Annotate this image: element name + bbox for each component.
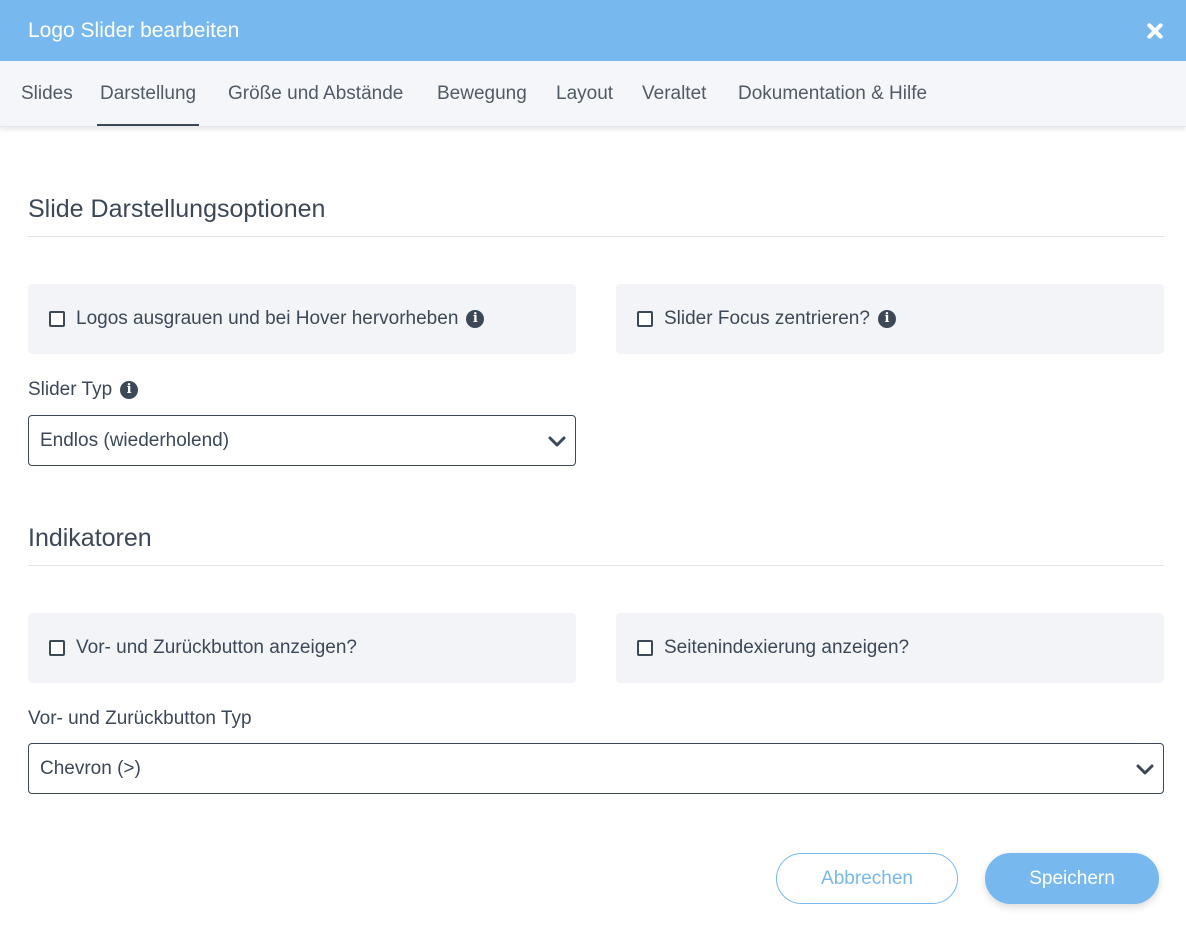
slider-type-value: Endlos (wiederholend) [40, 429, 230, 451]
slider-type-select[interactable]: Endlos (wiederholend) [28, 415, 576, 466]
chevron-down-icon [1135, 759, 1155, 779]
dialog-title: Logo Slider bearbeiten [28, 18, 240, 42]
save-button[interactable]: Speichern [985, 853, 1159, 904]
option-center-focus[interactable]: Slider Focus zentrieren? i [616, 284, 1164, 354]
info-icon[interactable]: i [466, 310, 485, 328]
chevron-down-icon [547, 431, 567, 451]
tab-darstellung[interactable]: Darstellung [96, 61, 200, 126]
close-icon[interactable] [1144, 20, 1166, 42]
option-label: Logos ausgrauen und bei Hover hervorhebe… [76, 308, 459, 329]
section-divider [28, 565, 1164, 566]
slider-type-label: Slider Typ i [28, 379, 139, 401]
checkbox-prev-next-buttons[interactable] [49, 640, 65, 656]
tab-dokumentation-hilfe[interactable]: Dokumentation & Hilfe [738, 61, 927, 126]
button-type-label-text: Vor- und Zurückbutton Typ [28, 708, 252, 729]
option-grayscale-logos[interactable]: Logos ausgrauen und bei Hover hervorhebe… [28, 284, 576, 354]
section-title-indicators: Indikatoren [28, 524, 152, 552]
dialog-header: Logo Slider bearbeiten [0, 0, 1186, 61]
checkbox-grayscale-logos[interactable] [49, 311, 65, 327]
tab-bar: Slides Darstellung Größe und Abstände Be… [0, 61, 1186, 127]
slider-type-label-text: Slider Typ [28, 379, 113, 400]
info-icon[interactable]: i [877, 310, 896, 328]
section-title-display: Slide Darstellungsoptionen [28, 195, 326, 223]
tab-bewegung[interactable]: Bewegung [437, 61, 527, 126]
info-icon[interactable]: i [120, 381, 139, 399]
tab-slides[interactable]: Slides [21, 61, 73, 126]
checkbox-center-focus[interactable] [637, 311, 653, 327]
section-divider [28, 236, 1164, 237]
tab-groesse-und-abstaende[interactable]: Größe und Abstände [228, 61, 403, 126]
button-type-select[interactable]: Chevron (>) [28, 743, 1164, 794]
tab-veraltet[interactable]: Veraltet [642, 61, 706, 126]
tab-layout[interactable]: Layout [556, 61, 613, 126]
checkbox-page-index[interactable] [637, 640, 653, 656]
button-type-value: Chevron (>) [40, 757, 141, 779]
cancel-button[interactable]: Abbrechen [776, 853, 958, 904]
option-page-index[interactable]: Seitenindexierung anzeigen? [616, 613, 1164, 683]
option-label: Vor- und Zurückbutton anzeigen? [76, 637, 357, 658]
option-label: Seitenindexierung anzeigen? [664, 637, 910, 658]
option-label: Slider Focus zentrieren? [664, 308, 870, 329]
option-prev-next-buttons[interactable]: Vor- und Zurückbutton anzeigen? [28, 613, 576, 683]
button-type-label: Vor- und Zurückbutton Typ [28, 708, 252, 730]
